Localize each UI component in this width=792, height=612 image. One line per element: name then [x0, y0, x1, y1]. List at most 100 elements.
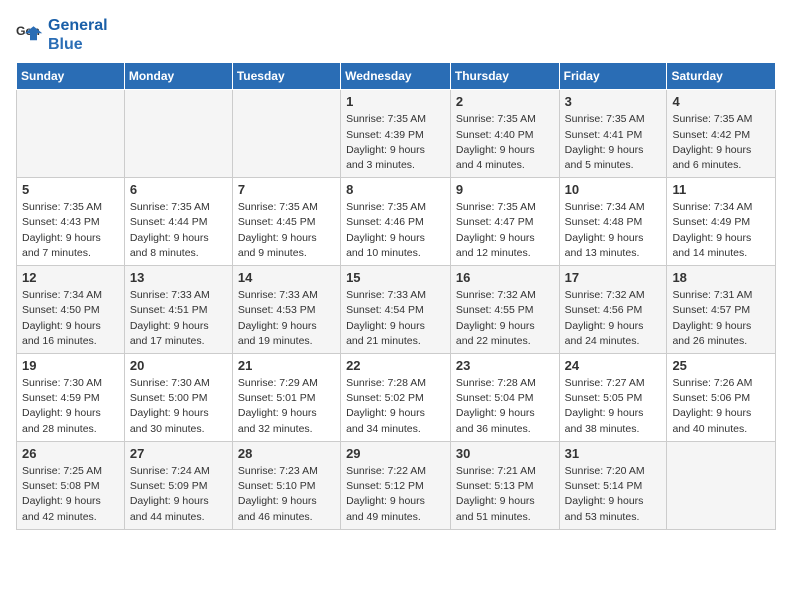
calendar-cell: 8Sunrise: 7:35 AM Sunset: 4:46 PM Daylig…: [341, 178, 451, 266]
day-info: Sunrise: 7:23 AM Sunset: 5:10 PM Dayligh…: [238, 464, 335, 525]
calendar-cell: 17Sunrise: 7:32 AM Sunset: 4:56 PM Dayli…: [559, 266, 667, 354]
day-info: Sunrise: 7:25 AM Sunset: 5:08 PM Dayligh…: [22, 464, 119, 525]
calendar-cell: 28 Sunrise: 7:23 AM Sunset: 5:10 PM Dayli…: [232, 441, 340, 529]
day-header-wednesday: Wednesday: [341, 63, 451, 90]
calendar-cell: 25 Sunrise: 7:26 AM Sunset: 5:06 PM Dayli…: [667, 354, 776, 442]
day-info: Sunrise: 7:26 AM Sunset: 5:06 PM Dayligh…: [672, 376, 770, 437]
day-number: 11: [672, 182, 770, 197]
day-number: 2: [456, 94, 554, 109]
day-info: Sunrise: 7:30 AM Sunset: 5:00 PM Dayligh…: [130, 376, 227, 437]
day-info: Sunrise: 7:33 AM Sunset: 4:54 PM Dayligh…: [346, 288, 445, 349]
week-row-5: 26 Sunrise: 7:25 AM Sunset: 5:08 PM Dayli…: [17, 441, 776, 529]
day-info: Sunrise: 7:29 AM Sunset: 5:01 PM Dayligh…: [238, 376, 335, 437]
calendar-cell: 3 Sunrise: 7:35 AM Sunset: 4:41 PM Daylig…: [559, 90, 667, 178]
day-number: 14: [238, 270, 335, 285]
day-header-thursday: Thursday: [450, 63, 559, 90]
calendar-cell: 24 Sunrise: 7:27 AM Sunset: 5:05 PM Dayli…: [559, 354, 667, 442]
day-info: Sunrise: 7:22 AM Sunset: 5:12 PM Dayligh…: [346, 464, 445, 525]
calendar-cell: 2 Sunrise: 7:35 AM Sunset: 4:40 PM Daylig…: [450, 90, 559, 178]
day-info: Sunrise: 7:35 AM Sunset: 4:47 PM Dayligh…: [456, 200, 554, 261]
calendar-cell: 12Sunrise: 7:34 AM Sunset: 4:50 PM Dayli…: [17, 266, 125, 354]
calendar-cell: 4Sunrise: 7:35 AM Sunset: 4:42 PM Daylig…: [667, 90, 776, 178]
day-number: 28: [238, 446, 335, 461]
calendar-cell: 26 Sunrise: 7:25 AM Sunset: 5:08 PM Dayli…: [17, 441, 125, 529]
day-info: Sunrise: 7:34 AM Sunset: 4:50 PM Dayligh…: [22, 288, 119, 349]
day-number: 29: [346, 446, 445, 461]
calendar-body: 1 Sunrise: 7:35 AM Sunset: 4:39 PM Daylig…: [17, 90, 776, 529]
calendar-table: SundayMondayTuesdayWednesdayThursdayFrid…: [16, 62, 776, 529]
calendar-cell: 11 Sunrise: 7:34 AM Sunset: 4:49 PM Dayli…: [667, 178, 776, 266]
day-header-friday: Friday: [559, 63, 667, 90]
day-number: 20: [130, 358, 227, 373]
day-number: 25: [672, 358, 770, 373]
day-info: Sunrise: 7:33 AM Sunset: 4:51 PM Dayligh…: [130, 288, 227, 349]
calendar-cell: 16 Sunrise: 7:32 AM Sunset: 4:55 PM Dayli…: [450, 266, 559, 354]
day-info: Sunrise: 7:30 AM Sunset: 4:59 PM Dayligh…: [22, 376, 119, 437]
day-info: Sunrise: 7:32 AM Sunset: 4:55 PM Dayligh…: [456, 288, 554, 349]
day-header-saturday: Saturday: [667, 63, 776, 90]
day-number: 15: [346, 270, 445, 285]
logo-icon: Gen: [16, 21, 44, 49]
day-header-monday: Monday: [124, 63, 232, 90]
page-header: Gen General Blue: [16, 16, 776, 54]
calendar-cell: 30Sunrise: 7:21 AM Sunset: 5:13 PM Dayli…: [450, 441, 559, 529]
day-info: Sunrise: 7:35 AM Sunset: 4:40 PM Dayligh…: [456, 112, 554, 173]
calendar-cell: [124, 90, 232, 178]
logo: Gen General Blue: [16, 16, 108, 54]
day-info: Sunrise: 7:27 AM Sunset: 5:05 PM Dayligh…: [565, 376, 662, 437]
day-number: 19: [22, 358, 119, 373]
calendar-header: SundayMondayTuesdayWednesdayThursdayFrid…: [17, 63, 776, 90]
day-number: 24: [565, 358, 662, 373]
day-info: Sunrise: 7:34 AM Sunset: 4:48 PM Dayligh…: [565, 200, 662, 261]
day-number: 6: [130, 182, 227, 197]
calendar-cell: 19 Sunrise: 7:30 AM Sunset: 4:59 PM Dayli…: [17, 354, 125, 442]
day-info: Sunrise: 7:28 AM Sunset: 5:02 PM Dayligh…: [346, 376, 445, 437]
calendar-cell: 22Sunrise: 7:28 AM Sunset: 5:02 PM Dayli…: [341, 354, 451, 442]
calendar-cell: 13 Sunrise: 7:33 AM Sunset: 4:51 PM Dayli…: [124, 266, 232, 354]
day-header-sunday: Sunday: [17, 63, 125, 90]
week-row-4: 19 Sunrise: 7:30 AM Sunset: 4:59 PM Dayli…: [17, 354, 776, 442]
day-info: Sunrise: 7:32 AM Sunset: 4:56 PM Dayligh…: [565, 288, 662, 349]
day-info: Sunrise: 7:35 AM Sunset: 4:43 PM Dayligh…: [22, 200, 119, 261]
day-number: 23: [456, 358, 554, 373]
day-number: 21: [238, 358, 335, 373]
day-number: 10: [565, 182, 662, 197]
calendar-cell: [667, 441, 776, 529]
day-info: Sunrise: 7:35 AM Sunset: 4:41 PM Dayligh…: [565, 112, 662, 173]
day-info: Sunrise: 7:35 AM Sunset: 4:46 PM Dayligh…: [346, 200, 445, 261]
week-row-1: 1 Sunrise: 7:35 AM Sunset: 4:39 PM Daylig…: [17, 90, 776, 178]
day-header-tuesday: Tuesday: [232, 63, 340, 90]
day-number: 31: [565, 446, 662, 461]
day-info: Sunrise: 7:34 AM Sunset: 4:49 PM Dayligh…: [672, 200, 770, 261]
calendar-cell: 10 Sunrise: 7:34 AM Sunset: 4:48 PM Dayli…: [559, 178, 667, 266]
day-info: Sunrise: 7:28 AM Sunset: 5:04 PM Dayligh…: [456, 376, 554, 437]
calendar-cell: 14 Sunrise: 7:33 AM Sunset: 4:53 PM Dayli…: [232, 266, 340, 354]
day-number: 5: [22, 182, 119, 197]
day-number: 26: [22, 446, 119, 461]
day-number: 16: [456, 270, 554, 285]
day-info: Sunrise: 7:35 AM Sunset: 4:42 PM Dayligh…: [672, 112, 770, 173]
calendar-cell: 18Sunrise: 7:31 AM Sunset: 4:57 PM Dayli…: [667, 266, 776, 354]
day-info: Sunrise: 7:35 AM Sunset: 4:44 PM Dayligh…: [130, 200, 227, 261]
week-row-2: 5 Sunrise: 7:35 AM Sunset: 4:43 PM Daylig…: [17, 178, 776, 266]
day-number: 13: [130, 270, 227, 285]
day-info: Sunrise: 7:35 AM Sunset: 4:39 PM Dayligh…: [346, 112, 445, 173]
day-number: 27: [130, 446, 227, 461]
calendar-cell: 23 Sunrise: 7:28 AM Sunset: 5:04 PM Dayli…: [450, 354, 559, 442]
header-row: SundayMondayTuesdayWednesdayThursdayFrid…: [17, 63, 776, 90]
day-number: 30: [456, 446, 554, 461]
day-info: Sunrise: 7:31 AM Sunset: 4:57 PM Dayligh…: [672, 288, 770, 349]
calendar-cell: 31Sunrise: 7:20 AM Sunset: 5:14 PM Dayli…: [559, 441, 667, 529]
week-row-3: 12Sunrise: 7:34 AM Sunset: 4:50 PM Dayli…: [17, 266, 776, 354]
calendar-cell: 15 Sunrise: 7:33 AM Sunset: 4:54 PM Dayli…: [341, 266, 451, 354]
day-number: 3: [565, 94, 662, 109]
day-info: Sunrise: 7:33 AM Sunset: 4:53 PM Dayligh…: [238, 288, 335, 349]
calendar-cell: 5 Sunrise: 7:35 AM Sunset: 4:43 PM Daylig…: [17, 178, 125, 266]
day-number: 9: [456, 182, 554, 197]
day-number: 1: [346, 94, 445, 109]
calendar-cell: 27Sunrise: 7:24 AM Sunset: 5:09 PM Dayli…: [124, 441, 232, 529]
calendar-cell: 6 Sunrise: 7:35 AM Sunset: 4:44 PM Daylig…: [124, 178, 232, 266]
calendar-cell: [232, 90, 340, 178]
day-number: 7: [238, 182, 335, 197]
logo-text: General Blue: [48, 16, 108, 54]
